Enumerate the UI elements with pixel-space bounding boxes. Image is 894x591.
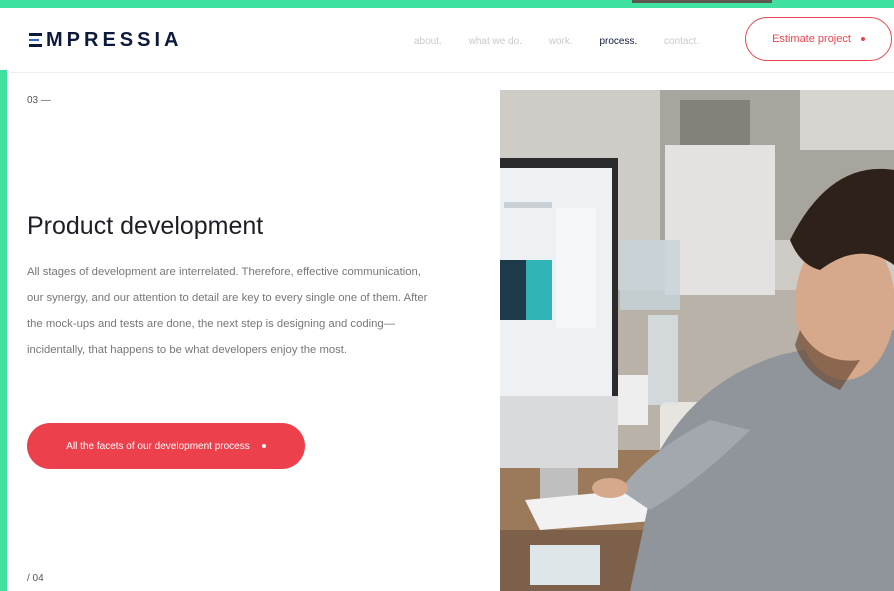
section-description: All stages of development are interrelat… xyxy=(27,266,428,356)
nav-process[interactable]: process. xyxy=(599,36,637,47)
nav-what-we-do[interactable]: what we do. xyxy=(469,36,522,47)
frame-left-border xyxy=(0,8,7,591)
page-counter: / 04 xyxy=(27,573,44,584)
estimate-project-button[interactable]: Estimate project xyxy=(745,17,892,61)
site-header: MPRESSIA about. what we do. work. proces… xyxy=(10,10,894,73)
developer-photo-illustration xyxy=(500,90,894,591)
nav-contact[interactable]: contact. xyxy=(664,36,699,47)
dot-icon xyxy=(860,37,865,41)
development-process-label: All the facets of our development proces… xyxy=(66,440,250,452)
logo-e-icon xyxy=(29,33,42,47)
main-nav: about. what we do. work. process. contac… xyxy=(414,36,723,47)
logo[interactable]: MPRESSIA xyxy=(29,29,182,52)
nav-work[interactable]: work. xyxy=(549,36,573,47)
development-process-button[interactable]: All the facets of our development proces… xyxy=(27,423,305,469)
logo-text: MPRESSIA xyxy=(46,29,183,51)
top-strip xyxy=(632,0,772,3)
nav-about[interactable]: about. xyxy=(414,36,442,47)
developer-photo xyxy=(500,90,894,591)
section-title: Product development xyxy=(27,212,264,240)
dot-icon xyxy=(261,444,266,448)
step-number: 03 — xyxy=(27,95,51,106)
estimate-project-label: Estimate project xyxy=(772,33,851,45)
